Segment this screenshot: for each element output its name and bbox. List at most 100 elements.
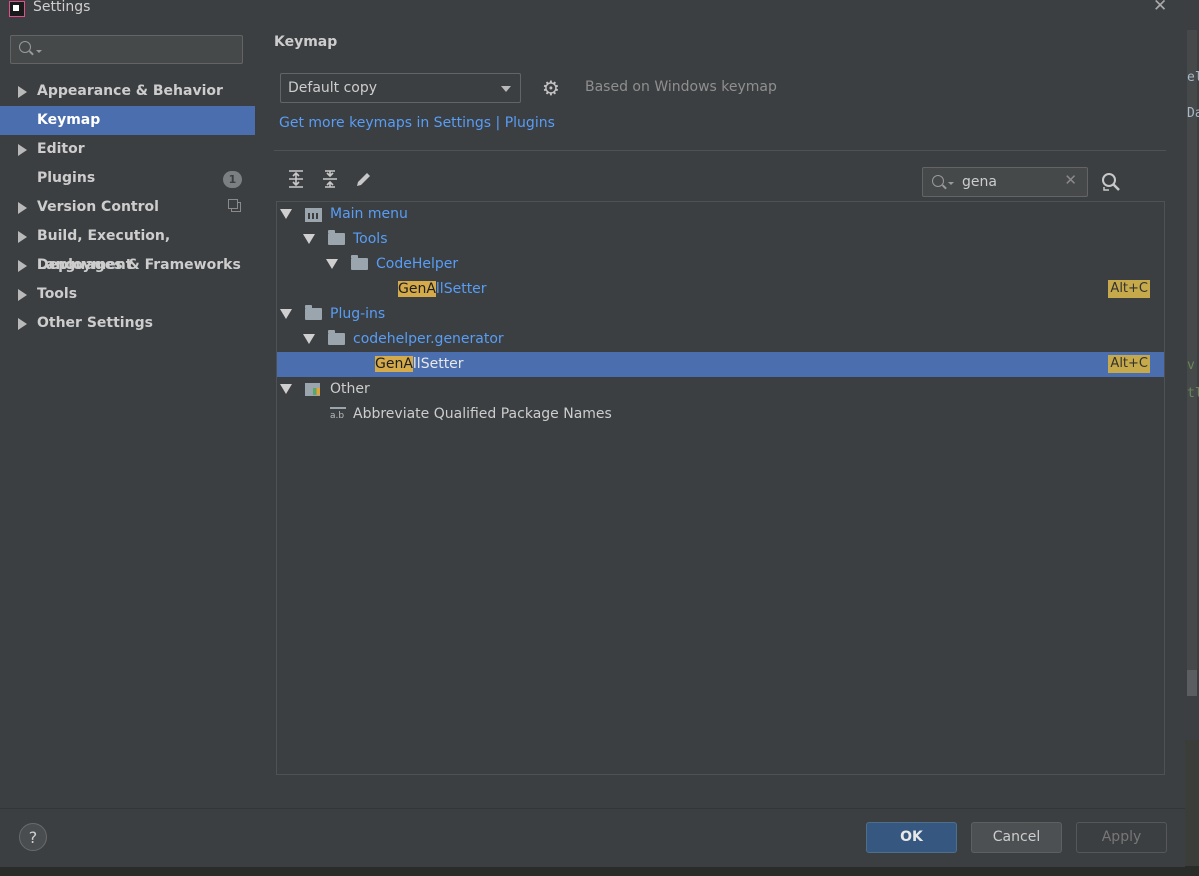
sidebar-item-label: Plugins <box>37 170 96 186</box>
search-icon <box>19 41 31 53</box>
menu-icon <box>305 208 322 222</box>
tree-row-codehelper-generator[interactable]: codehelper.generator <box>277 327 1164 352</box>
sidebar-item-label: Editor <box>37 141 85 157</box>
search-options-chevron-icon <box>36 50 42 53</box>
sidebar-search-input[interactable] <box>10 35 243 64</box>
tree-row-genallsetter-plugin-action[interactable]: GenAllSetter Alt+C <box>277 352 1164 377</box>
ok-button[interactable]: OK <box>866 822 957 853</box>
sidebar-item-label: Version Control <box>37 199 159 215</box>
tree-row-label: Tools <box>353 231 388 247</box>
sidebar-item-tools[interactable]: Tools <box>0 280 255 309</box>
tree-row-label: GenAllSetter <box>398 277 487 302</box>
background-text: el <box>1187 70 1199 85</box>
sidebar-item-appearance-behavior[interactable]: Appearance & Behavior <box>0 77 255 106</box>
background-scrollbar-thumb <box>1187 670 1197 696</box>
expand-arrow-icon[interactable] <box>18 260 27 272</box>
clear-search-icon[interactable]: ✕ <box>1064 171 1077 189</box>
background-code: v <box>1187 358 1195 373</box>
folder-icon <box>328 330 345 345</box>
sidebar-item-editor[interactable]: Editor <box>0 135 255 164</box>
keymap-dropdown-value: Default copy <box>288 80 378 96</box>
tree-row-label: Abbreviate Qualified Package Names <box>353 406 612 422</box>
background-ide-window: el Da v tl <box>1185 0 1199 876</box>
settings-sidebar: Appearance & Behavior Keymap Editor Plug… <box>0 22 255 808</box>
sidebar-item-plugins[interactable]: Plugins 1 <box>0 164 255 193</box>
tree-row-abbreviate-qualified-package-names[interactable]: a.b Abbreviate Qualified Package Names <box>277 402 1164 427</box>
chevron-down-icon <box>501 86 511 92</box>
dialog-footer: ? OK Cancel Apply <box>0 808 1185 867</box>
background-area <box>1185 740 1199 876</box>
expand-arrow-icon[interactable] <box>18 318 27 330</box>
sidebar-item-version-control[interactable]: Version Control <box>0 193 255 222</box>
keymap-tree: Main menu Tools CodeHelper GenAllSetter … <box>276 201 1165 775</box>
divider <box>274 150 1166 151</box>
expand-arrow-icon[interactable] <box>18 144 27 156</box>
tree-row-label: codehelper.generator <box>353 331 504 347</box>
expand-arrow-icon[interactable] <box>18 289 27 301</box>
gear-icon[interactable]: ⚙ <box>542 77 560 99</box>
intellij-app-icon <box>9 1 25 17</box>
background-code: tl <box>1187 386 1199 401</box>
collapse-all-icon[interactable] <box>319 170 341 192</box>
cancel-button[interactable]: Cancel <box>971 822 1062 853</box>
tree-row-other[interactable]: Other <box>277 377 1164 402</box>
keymap-search-input[interactable]: gena ✕ <box>922 167 1088 197</box>
sidebar-item-keymap[interactable]: Keymap <box>0 106 255 135</box>
sidebar-item-languages-frameworks[interactable]: Languages & Frameworks <box>0 251 255 280</box>
window-title: Settings <box>33 0 91 15</box>
get-more-keymaps-link[interactable]: Get more keymaps in Settings | Plugins <box>279 115 555 131</box>
collapse-arrow-icon[interactable] <box>280 209 292 219</box>
folder-icon <box>328 230 345 245</box>
tree-row-label: Plug-ins <box>330 306 386 322</box>
close-icon[interactable]: ✕ <box>1153 0 1167 16</box>
expand-all-icon[interactable] <box>285 170 307 192</box>
expand-arrow-icon[interactable] <box>18 231 27 243</box>
help-button[interactable]: ? <box>19 823 47 851</box>
label-rest: llSetter <box>412 356 464 372</box>
shortcut-badge: Alt+C <box>1108 355 1150 373</box>
search-icon <box>932 175 944 187</box>
tree-row-genallsetter-action[interactable]: GenAllSetter Alt+C <box>277 277 1164 302</box>
tree-row-label: GenAllSetter <box>375 352 464 377</box>
sidebar-item-label: Languages & Frameworks <box>37 257 241 273</box>
abbreviate-icon: a.b <box>330 407 346 423</box>
keymap-search-value: gena <box>962 174 997 190</box>
search-match-highlight: GenA <box>398 281 436 297</box>
collapse-arrow-icon[interactable] <box>303 334 315 344</box>
copy-icon <box>228 199 241 212</box>
expand-arrow-icon[interactable] <box>18 86 27 98</box>
collapse-arrow-icon[interactable] <box>280 384 292 394</box>
settings-dialog: Settings ✕ Appearance & Behavior Keymap … <box>0 0 1185 867</box>
sidebar-item-build-execution-deployment[interactable]: Build, Execution, Deployment <box>0 222 255 273</box>
tree-row-plug-ins[interactable]: Plug-ins <box>277 302 1164 327</box>
label-rest: llSetter <box>435 281 487 297</box>
folder-icon <box>351 255 368 270</box>
keymap-panel: Keymap Default copy ⚙ Based on Windows k… <box>255 22 1185 808</box>
collapse-arrow-icon[interactable] <box>280 309 292 319</box>
expand-arrow-icon[interactable] <box>18 202 27 214</box>
plugins-update-badge: 1 <box>223 171 242 188</box>
collapse-arrow-icon[interactable] <box>303 234 315 244</box>
edit-icon[interactable] <box>353 170 375 192</box>
background-scrollbar <box>1187 30 1197 670</box>
page-title: Keymap <box>274 34 338 50</box>
sidebar-item-label: Tools <box>37 286 78 302</box>
sidebar-item-other-settings[interactable]: Other Settings <box>0 309 255 338</box>
tree-row-label: Main menu <box>330 206 408 222</box>
other-group-icon <box>305 383 320 396</box>
tree-row-codehelper[interactable]: CodeHelper <box>277 252 1164 277</box>
folder-icon <box>305 305 322 320</box>
background-strip <box>0 866 1199 876</box>
collapse-arrow-icon[interactable] <box>326 259 338 269</box>
sidebar-item-label: Other Settings <box>37 315 153 331</box>
based-on-label: Based on Windows keymap <box>585 79 777 95</box>
tree-row-tools[interactable]: Tools <box>277 227 1164 252</box>
sidebar-item-label: Keymap <box>37 112 101 128</box>
apply-button[interactable]: Apply <box>1076 822 1167 853</box>
shortcut-badge: Alt+C <box>1108 280 1150 298</box>
sidebar-item-label: Appearance & Behavior <box>37 83 223 99</box>
keymap-dropdown[interactable]: Default copy <box>280 73 521 103</box>
tree-row-main-menu[interactable]: Main menu <box>277 202 1164 227</box>
find-by-shortcut-icon[interactable] <box>1100 171 1122 193</box>
background-text: Da <box>1187 106 1199 121</box>
